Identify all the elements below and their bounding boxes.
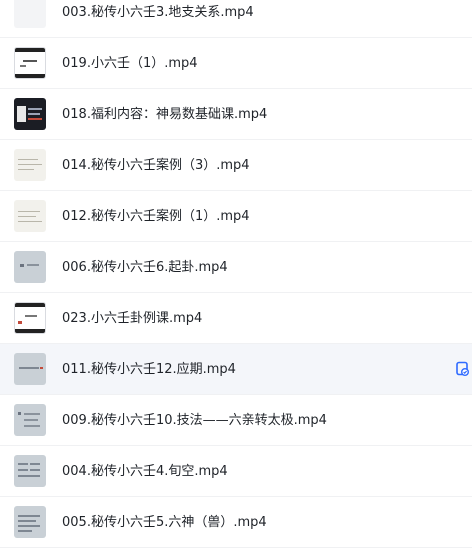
video-thumbnail	[14, 506, 46, 538]
file-row[interactable]: 004.秘传小六壬4.旬空.mp4	[0, 446, 472, 497]
video-thumbnail	[14, 0, 46, 28]
file-row[interactable]: 014.秘传小六壬案例（3）.mp4	[0, 140, 472, 191]
file-row[interactable]: 009.秘传小六壬10.技法——六亲转太极.mp4	[0, 395, 472, 446]
file-row[interactable]: 003.秘传小六壬3.地支关系.mp4	[0, 0, 472, 38]
file-name: 006.秘传小六壬6.起卦.mp4	[62, 260, 228, 275]
file-row[interactable]: 018.福利内容：神易数基础课.mp4	[0, 89, 472, 140]
save-to-cloud-icon[interactable]	[456, 361, 470, 377]
video-thumbnail	[14, 47, 46, 79]
video-thumbnail	[14, 455, 46, 487]
file-name: 005.秘传小六壬5.六神（兽）.mp4	[62, 515, 267, 530]
video-thumbnail	[14, 251, 46, 283]
video-thumbnail	[14, 353, 46, 385]
video-thumbnail	[14, 404, 46, 436]
file-list: 003.秘传小六壬3.地支关系.mp4 019.小六壬（1）.mp4 018.福…	[0, 0, 472, 548]
file-name: 014.秘传小六壬案例（3）.mp4	[62, 158, 250, 173]
file-row[interactable]: 005.秘传小六壬5.六神（兽）.mp4	[0, 497, 472, 548]
file-name: 009.秘传小六壬10.技法——六亲转太极.mp4	[62, 413, 327, 428]
video-thumbnail	[14, 98, 46, 130]
file-name: 004.秘传小六壬4.旬空.mp4	[62, 464, 228, 479]
file-row[interactable]: 006.秘传小六壬6.起卦.mp4	[0, 242, 472, 293]
file-name: 012.秘传小六壬案例（1）.mp4	[62, 209, 250, 224]
file-name: 019.小六壬（1）.mp4	[62, 56, 198, 71]
video-thumbnail	[14, 149, 46, 181]
file-row[interactable]: 023.小六壬卦例课.mp4	[0, 293, 472, 344]
video-thumbnail	[14, 302, 46, 334]
file-row[interactable]: 012.秘传小六壬案例（1）.mp4	[0, 191, 472, 242]
video-thumbnail	[14, 200, 46, 232]
file-name: 003.秘传小六壬3.地支关系.mp4	[62, 5, 254, 20]
file-name: 011.秘传小六壬12.应期.mp4	[62, 362, 236, 377]
file-row-selected[interactable]: 011.秘传小六壬12.应期.mp4	[0, 344, 472, 395]
file-name: 018.福利内容：神易数基础课.mp4	[62, 107, 268, 122]
file-row[interactable]: 019.小六壬（1）.mp4	[0, 38, 472, 89]
file-name: 023.小六壬卦例课.mp4	[62, 311, 203, 326]
